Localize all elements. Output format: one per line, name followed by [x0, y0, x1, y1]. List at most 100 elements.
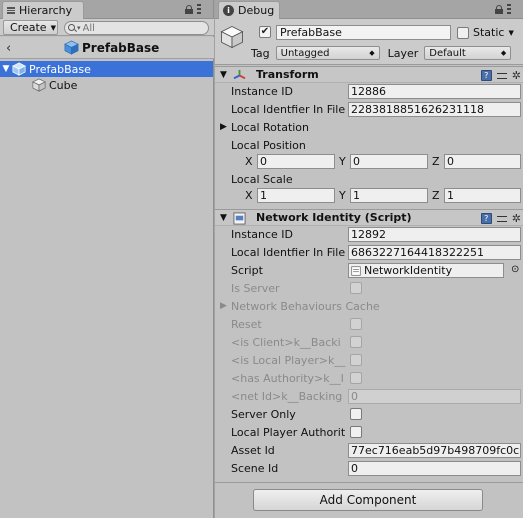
- list-icon: [7, 7, 15, 14]
- behaviours-cache-label: Network Behaviours Cache: [231, 299, 380, 313]
- has-authority-label: <has Authority>k__I: [231, 371, 344, 385]
- reset-checkbox: [350, 318, 362, 330]
- local-rotation-row[interactable]: ▶ Local Rotation: [220, 119, 309, 135]
- scale-y-label: Y: [339, 189, 346, 202]
- gameobject-cube-icon: [32, 78, 46, 92]
- help-book-icon[interactable]: ?: [480, 70, 492, 81]
- expand-arrow-icon[interactable]: ▼: [0, 64, 12, 74]
- search-icon: [68, 23, 77, 33]
- position-z-label: Z: [432, 155, 440, 168]
- hierarchy-panel: Hierarchy Create ▼ ▾ ‹ PrefabBase ▼: [0, 0, 214, 518]
- active-checkbox[interactable]: ✔: [259, 26, 271, 38]
- tree-item-label: PrefabBase: [29, 62, 91, 76]
- ni-local-identifier-field[interactable]: 6863227164418322251: [348, 245, 521, 260]
- prefab-title: PrefabBase: [64, 40, 159, 55]
- server-only-label: Server Only: [231, 407, 296, 421]
- gameobject-cube-icon: [220, 25, 244, 49]
- transform-header[interactable]: ▼ Transform ? ✲: [215, 66, 523, 83]
- script-label: Script: [231, 263, 263, 277]
- scene-id-label: Scene Id: [231, 461, 279, 475]
- prefab-icon: [64, 40, 79, 55]
- menu-icon[interactable]: [197, 4, 201, 14]
- scale-y-field[interactable]: 1: [350, 188, 428, 203]
- presets-icon[interactable]: [496, 214, 507, 224]
- script-object-field[interactable]: NetworkIdentity: [348, 263, 504, 278]
- chevron-down-icon[interactable]: ▼: [508, 29, 513, 37]
- tab-hierarchy-label: Hierarchy: [19, 4, 73, 17]
- tab-debug[interactable]: i Debug: [218, 1, 280, 19]
- position-z-field[interactable]: 0: [444, 154, 521, 169]
- local-player-authority-checkbox[interactable]: [350, 426, 362, 438]
- is-server-label: Is Server: [231, 281, 280, 295]
- menu-icon[interactable]: [507, 4, 511, 14]
- tag-dropdown[interactable]: Untagged ◆: [275, 46, 380, 60]
- tree-item-prefabbase[interactable]: ▼ PrefabBase: [0, 61, 213, 77]
- prefab-icon: [12, 62, 26, 76]
- static-toggle[interactable]: Static ▼: [457, 26, 514, 39]
- search-dropdown-icon[interactable]: ▾: [77, 24, 81, 32]
- transform-title: Transform: [256, 68, 319, 81]
- gameobject-header: ✔ PrefabBase Static ▼ Tag Untagged ◆ Lay…: [215, 19, 523, 65]
- inspector-tab-controls: [495, 4, 511, 14]
- is-local-player-checkbox: [350, 354, 362, 366]
- scale-z-label: Z: [432, 189, 440, 202]
- transform-instance-id-field[interactable]: 12886: [348, 84, 521, 99]
- layer-dropdown[interactable]: Default ◆: [424, 46, 512, 60]
- gear-icon[interactable]: ✲: [512, 69, 521, 82]
- position-x-field[interactable]: 0: [257, 154, 335, 169]
- script-value: NetworkIdentity: [364, 264, 453, 277]
- hierarchy-tree: ▼ PrefabBase Cube: [0, 61, 213, 93]
- lock-icon[interactable]: [495, 4, 503, 14]
- layer-value: Default: [429, 47, 466, 59]
- transform-local-identifier-field[interactable]: 2283818851626231118: [348, 102, 521, 117]
- tag-layer-row: Tag Untagged ◆ Layer Default ◆: [251, 46, 512, 60]
- gear-icon[interactable]: ✲: [512, 212, 521, 225]
- network-identity-title: Network Identity (Script): [256, 211, 412, 224]
- hierarchy-tab-controls: [185, 4, 201, 14]
- tree-item-cube[interactable]: Cube: [0, 77, 213, 93]
- static-checkbox[interactable]: [457, 26, 469, 39]
- position-x-label: X: [245, 155, 253, 168]
- behaviours-cache-row: ▶ Network Behaviours Cache: [220, 298, 380, 314]
- search-input[interactable]: [82, 22, 193, 34]
- chevron-down-icon: ▼: [50, 23, 56, 32]
- scale-x-field[interactable]: 1: [257, 188, 335, 203]
- network-identity-header-icons: ? ✲: [480, 212, 521, 225]
- updown-arrow-icon: ◆: [500, 49, 507, 57]
- scene-id-field[interactable]: 0: [348, 461, 521, 476]
- is-server-checkbox: [350, 282, 362, 294]
- hierarchy-toolbar: Create ▼ ▾: [0, 19, 214, 36]
- tab-hierarchy[interactable]: Hierarchy: [2, 1, 84, 19]
- scale-z-field[interactable]: 1: [444, 188, 521, 203]
- fold-arrow-icon[interactable]: ▶: [220, 122, 231, 132]
- tab-debug-label: Debug: [238, 4, 275, 17]
- local-rotation-label: Local Rotation: [231, 120, 310, 134]
- position-y-field[interactable]: 0: [350, 154, 428, 169]
- position-y-label: Y: [339, 155, 346, 168]
- transform-header-icons: ? ✲: [480, 69, 521, 82]
- back-arrow-icon[interactable]: ‹: [6, 41, 11, 56]
- prefab-scene-header: ‹ PrefabBase: [0, 37, 214, 59]
- fold-arrow-icon[interactable]: ▼: [220, 213, 230, 223]
- network-identity-header[interactable]: ▼ Network Identity (Script) ? ✲: [215, 209, 523, 226]
- inspector-panel: i Debug ✔ PrefabBase Static ▼ Tag Untagg…: [215, 0, 523, 518]
- net-id-label: <net Id>k__Backing: [231, 389, 343, 403]
- asset-id-field[interactable]: 77ec716eab5d97b498709fc0c: [348, 443, 521, 458]
- ni-instance-id-field[interactable]: 12892: [348, 227, 521, 242]
- object-picker-icon[interactable]: ⊙: [511, 264, 519, 275]
- has-authority-checkbox: [350, 372, 362, 384]
- local-scale-label: Local Scale: [231, 172, 293, 186]
- ni-local-identifier-label: Local Identfier In File: [231, 245, 346, 259]
- asset-id-label: Asset Id: [231, 443, 275, 457]
- fold-arrow-icon[interactable]: ▼: [220, 70, 230, 80]
- help-book-icon[interactable]: ?: [480, 213, 492, 224]
- create-button[interactable]: Create ▼: [3, 20, 58, 35]
- add-component-button[interactable]: Add Component: [253, 489, 483, 511]
- script-icon: [351, 265, 361, 276]
- hierarchy-search[interactable]: ▾: [64, 21, 209, 35]
- object-name-field[interactable]: PrefabBase: [276, 25, 451, 40]
- server-only-checkbox[interactable]: [350, 408, 362, 420]
- presets-icon[interactable]: [496, 71, 507, 81]
- lock-icon[interactable]: [185, 4, 193, 14]
- reset-label: Reset: [231, 317, 262, 331]
